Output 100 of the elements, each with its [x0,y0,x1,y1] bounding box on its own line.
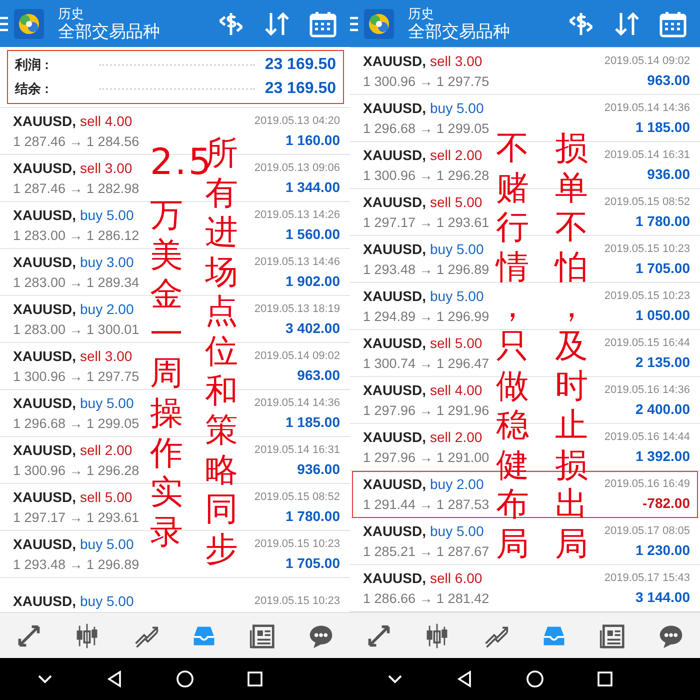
order-text: buy 5.00 [430,288,484,304]
screen-title: 历史 [58,6,85,20]
time-text: 2019.05.17 08:05 [604,524,690,538]
symbol-text: XAUUSD, [13,206,76,224]
profit-text: 1 560.00 [286,226,340,242]
order-text: sell 4.00 [80,112,132,130]
time-text: 2019.05.14 09:02 [254,348,340,364]
menu-icon[interactable] [350,16,358,32]
promo-caption: 万美金一周操作实录 [150,195,184,552]
order-text: sell 3.00 [80,348,132,364]
price-text: 1 291.44 → 1 287.53 [363,496,490,512]
time-text: 2019.05.15 10:23 [604,242,690,256]
order-text: buy 2.00 [80,300,134,318]
order-text: buy 5.00 [80,592,134,610]
order-text: sell 6.00 [430,570,482,586]
order-text: sell 5.00 [430,194,482,210]
time-text: 2019.05.13 04:20 [254,114,340,128]
newspaper-icon[interactable] [249,622,276,648]
profit-text: 1 780.00 [286,508,340,524]
profit-text: 3 144.00 [636,588,690,606]
symbol-filter[interactable]: 全部交易品种 [408,20,566,42]
price-text: 1 300.96 → 1 297.75 [13,368,140,384]
price-text: 1 285.21 → 1 287.67 [363,542,490,560]
price-text: 1 283.00 → 1 300.01 [13,320,140,338]
profit-text: 1 160.00 [286,132,340,148]
time-text: 2019.05.16 14:44 [604,430,690,444]
symbol-text: XAUUSD, [363,146,426,164]
profit-text: 2 400.00 [636,400,690,418]
summary-value: 23 169.50 [264,56,336,74]
order-text: sell 2.00 [430,428,482,446]
order-text: buy 2.00 [430,476,484,492]
symbol-text: XAUUSD, [363,240,426,258]
summary-value: 23 169.50 [264,80,336,98]
profit-text: 963.00 [297,366,340,384]
profit-text: 1 230.00 [636,542,690,558]
back-icon[interactable] [456,670,474,688]
app-logo-icon[interactable] [14,8,44,38]
order-text: sell 3.00 [80,160,132,176]
price-text: 1 300.96 → 1 296.28 [363,166,490,184]
profit-text: 1 902.00 [286,272,340,290]
arrows-icon[interactable] [16,622,42,648]
time-text: 2019.05.16 16:49 [604,476,690,492]
time-text: 2019.05.14 14:36 [604,100,690,116]
time-text: 2019.05.13 14:26 [254,208,340,222]
back-icon[interactable] [106,670,124,688]
profit-text: -782.00 [642,494,690,512]
summary-label: 利润 : [15,56,49,74]
order-text: sell 2.00 [430,146,482,164]
symbol-text: XAUUSD, [363,428,426,446]
symbol-text: XAUUSD, [13,394,76,412]
profit-text: 2 135.00 [636,354,690,370]
profit-text: 1 050.00 [636,306,690,324]
price-text: 1 300.74 → 1 296.47 [363,354,490,372]
price-text: 1 287.46 → 1 282.98 [13,180,140,196]
price-text: 1 283.00 → 1 286.12 [13,226,140,244]
time-text: 2019.05.15 08:52 [254,490,340,504]
symbol-text: XAUUSD, [363,382,426,398]
time-text: 2019.05.16 14:36 [604,382,690,398]
symbol-text: XAUUSD, [363,570,426,586]
time-text: 2019.05.17 15:43 [604,570,690,586]
symbol-text: XAUUSD, [13,112,76,130]
order-text: buy 3.00 [80,254,134,270]
price-text: 1 297.17 → 1 293.61 [363,214,490,230]
symbol-filter[interactable]: 全部交易品种 [58,20,216,42]
arrows-icon[interactable] [366,622,392,648]
home-icon[interactable] [526,670,544,688]
profit-text: 1 780.00 [636,212,690,230]
recents-icon[interactable] [596,670,614,688]
profit-text: 1 392.00 [636,448,690,464]
recents-icon[interactable] [246,670,264,688]
symbol-text: XAUUSD, [13,536,76,552]
home-icon[interactable] [176,670,194,688]
price-text: 1 297.96 → 1 291.96 [363,402,490,418]
symbol-text: XAUUSD, [363,334,426,352]
order-text: sell 2.00 [80,442,132,458]
price-text: 1 283.00 → 1 289.34 [13,274,140,290]
symbol-text: XAUUSD, [363,100,426,116]
order-text: sell 3.00 [430,52,482,70]
menu-icon[interactable] [0,16,8,32]
time-text: 2019.05.13 18:19 [254,302,340,316]
newspaper-icon[interactable] [599,622,626,648]
profit-text: 936.00 [647,166,690,182]
profit-text: 936.00 [297,460,340,478]
order-text: buy 5.00 [80,536,134,552]
time-text: 2019.05.14 14:36 [254,396,340,410]
time-text: 2019.05.14 16:31 [254,442,340,458]
time-text: 2019.05.13 14:46 [254,254,340,270]
price-text: 1 300.96 → 1 296.28 [13,462,140,478]
order-text: sell 5.00 [80,488,132,506]
time-text: 2019.05.14 09:02 [604,54,690,68]
app-logo-icon[interactable] [364,8,394,38]
order-text: buy 5.00 [430,100,484,116]
symbol-text: XAUUSD, [363,476,426,492]
screen-title: 历史 [408,6,435,20]
price-text: 1 296.68 → 1 299.05 [363,120,490,136]
time-text: 2019.05.15 10:23 [254,594,340,608]
symbol-text: XAUUSD, [363,288,426,304]
time-text: 2019.05.15 08:52 [604,194,690,210]
price-text: 1 286.66 → 1 281.42 [363,590,490,606]
time-text: 2019.05.15 16:44 [604,336,690,350]
